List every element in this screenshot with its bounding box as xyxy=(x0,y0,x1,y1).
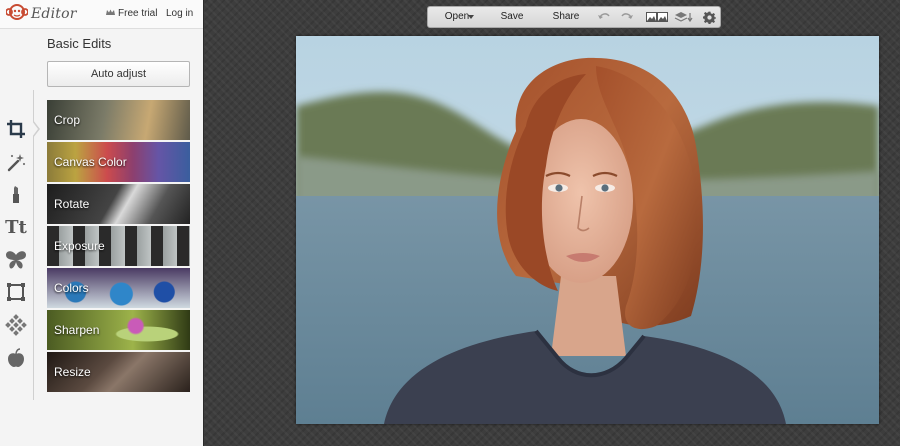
free-trial-label: Free trial xyxy=(118,8,158,19)
edit-tile-label: Exposure xyxy=(54,239,105,253)
photo-canvas[interactable] xyxy=(296,36,879,424)
lipstick-icon[interactable] xyxy=(5,183,27,205)
basic-edits-list: Crop Canvas Color Rotate Exposure Colors… xyxy=(47,100,190,394)
compare-images-icon[interactable] xyxy=(646,10,668,24)
butterfly-icon[interactable] xyxy=(5,249,27,271)
edit-tile-label: Resize xyxy=(54,365,91,379)
edit-tile-rotate[interactable]: Rotate xyxy=(47,184,190,224)
active-tool-pointer xyxy=(32,120,40,138)
redo-icon[interactable] xyxy=(619,10,635,24)
layers-icon[interactable] xyxy=(674,10,694,24)
section-title: Basic Edits xyxy=(47,36,112,51)
edit-tile-label: Colors xyxy=(54,281,89,295)
free-trial-link[interactable]: Free trial xyxy=(106,8,157,19)
edit-tile-label: Rotate xyxy=(54,197,90,211)
edit-tile-label: Canvas Color xyxy=(54,155,127,169)
login-link[interactable]: Log in xyxy=(166,8,193,19)
crop-icon[interactable] xyxy=(5,118,27,140)
portrait-photo xyxy=(296,36,879,424)
share-button[interactable]: Share xyxy=(551,7,581,27)
top-toolbar: Open Save Share xyxy=(427,6,721,28)
left-panel: Editor Free trial Log in Basic Edits Aut… xyxy=(0,0,204,446)
edit-tile-resize[interactable]: Resize xyxy=(47,352,190,392)
texture-icon[interactable] xyxy=(5,314,27,336)
save-button[interactable]: Save xyxy=(498,7,526,27)
top-bar: Editor Free trial Log in xyxy=(0,0,203,29)
edit-tile-label: Crop xyxy=(54,113,81,127)
open-label: Open xyxy=(444,11,470,22)
gear-icon[interactable] xyxy=(701,10,717,24)
logo[interactable]: Editor xyxy=(5,3,77,26)
edit-tile-colors[interactable]: Colors xyxy=(47,268,190,308)
open-dropdown-caret-icon[interactable] xyxy=(468,15,474,19)
undo-icon[interactable] xyxy=(596,10,612,24)
apple-icon[interactable] xyxy=(5,347,27,369)
edit-tile-crop[interactable]: Crop xyxy=(47,100,190,140)
text-icon-glyph: Tt xyxy=(5,216,27,238)
text-icon[interactable]: Tt xyxy=(5,216,27,238)
edit-tile-canvas-color[interactable]: Canvas Color xyxy=(47,142,190,182)
edit-tile-sharpen[interactable]: Sharpen xyxy=(47,310,190,350)
frame-icon[interactable] xyxy=(5,281,27,303)
logo-text: Editor xyxy=(31,6,77,22)
monkey-logo-icon xyxy=(5,3,29,26)
edit-tile-exposure[interactable]: Exposure xyxy=(47,226,190,266)
auto-adjust-button[interactable]: Auto adjust xyxy=(47,61,190,87)
magic-wand-icon[interactable] xyxy=(5,151,27,173)
crown-icon xyxy=(106,8,115,19)
edit-tile-label: Sharpen xyxy=(54,323,100,337)
